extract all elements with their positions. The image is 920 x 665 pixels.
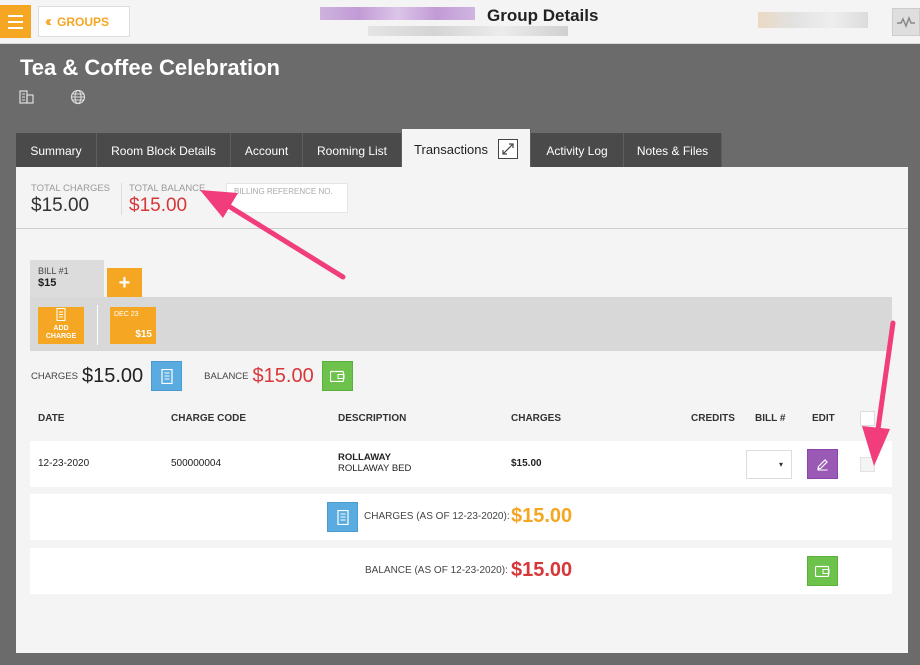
charges-total-row: CHARGES (AS OF 12-23-2020): $15.00 [30,494,892,540]
tab-transactions[interactable]: Transactions [402,129,531,167]
balance-label: BALANCE [204,370,249,382]
total-charges-label: TOTAL CHARGES [31,183,111,194]
date-charge-chip[interactable]: DEC 23 $15 [110,307,156,344]
hamburger-icon-bar [8,20,23,23]
group-name: Tea & Coffee Celebration [20,55,280,80]
tab-summary[interactable]: Summary [16,133,97,167]
row-description-title: ROLLAWAY [338,452,391,463]
bill-tab-1[interactable]: BILL #1 $15 [30,260,104,300]
col-header-charge-code: CHARGE CODE [171,413,247,424]
tab-activity-log[interactable]: Activity Log [531,133,624,167]
divider [16,228,908,229]
back-label: GROUPS [57,14,110,29]
col-header-description: DESCRIPTION [338,413,407,424]
tab-bar: Summary Room Block Details Account Roomi… [16,129,722,167]
charges-as-of-value: $15.00 [511,505,573,527]
table-row: 12-23-2020 500000004 ROLLAWAY ROLLAWAY B… [30,441,892,487]
charges-total-receipt-button[interactable] [327,502,358,532]
pulse-icon [897,16,915,28]
hamburger-icon-bar [8,26,23,29]
billing-reference-field[interactable]: BILLING REFERENCE NO. [226,183,348,213]
col-header-charges: CHARGES [511,413,562,424]
transactions-panel: TOTAL CHARGES $15.00 TOTAL BALANCE $15.0… [16,167,908,653]
redacted-info-secondary [368,26,568,36]
receipt-icon [56,308,66,321]
date-chip-amount: $15 [135,329,152,340]
total-balance: TOTAL BALANCE $15.00 [121,183,206,216]
charges-label: CHARGES [31,370,78,382]
date-chip-date: DEC 23 [114,311,139,318]
globe-icon[interactable] [70,89,86,105]
balance-wallet-button[interactable] [321,361,353,391]
tab-notes-files[interactable]: Notes & Files [624,133,722,167]
balance-value: $15.00 [252,364,314,387]
tab-transactions-label: Transactions [414,141,488,157]
row-description-sub: ROLLAWAY BED [338,463,412,474]
row-checkbox[interactable] [860,457,875,472]
bill-charges-strip: ADD CHARGE DEC 23 $15 [30,297,892,351]
total-charges: TOTAL CHARGES $15.00 [31,183,110,217]
add-charge-label-1: ADD [53,325,69,332]
wallet-icon [329,370,345,382]
balance-total-row: BALANCE (AS OF 12-23-2020): $15.00 [30,548,892,594]
select-all-checkbox[interactable] [860,411,875,426]
add-charge-button[interactable]: ADD CHARGE [38,307,84,344]
redacted-info [320,7,475,20]
total-balance-label: TOTAL BALANCE [129,183,206,194]
tab-rooming-list[interactable]: Rooming List [303,133,402,167]
bill-tab-label: BILL #1 [38,266,69,276]
charges-receipt-button[interactable] [151,361,183,391]
add-charge-label-2: CHARGE [45,333,77,340]
tab-account[interactable]: Account [231,133,303,167]
pencil-icon [817,458,828,470]
page-title: Group Details [487,6,599,25]
total-charges-value: $15.00 [31,195,90,216]
row-charge-code: 500000004 [171,458,222,469]
building-icon [19,90,34,104]
back-to-groups-button[interactable]: ‹‹ GROUPS [38,6,130,37]
balance-as-of-value: $15.00 [511,559,573,581]
expand-button[interactable] [497,139,518,159]
bill-summary: CHARGES $15.00 BALANCE $15.00 [31,360,353,392]
double-chevron-left-icon: ‹‹ [45,13,52,30]
hamburger-menu-button[interactable] [0,5,31,38]
total-balance-value: $15.00 [129,195,188,216]
bill-number-select[interactable]: ▾ [746,450,792,479]
balance-wallet-button-footer[interactable] [807,556,838,586]
edit-button[interactable] [807,449,838,479]
balance-as-of-label: BALANCE (AS OF 12-23-2020): [365,565,508,576]
charges-value: $15.00 [81,364,144,387]
hamburger-icon [8,14,23,17]
receipt-icon [336,509,349,525]
col-header-bill: BILL # [755,413,786,424]
redacted-user [758,12,868,28]
row-charges: $15.00 [511,458,542,469]
top-bar: ‹‹ GROUPS Group Details [0,0,920,44]
receipt-icon [161,368,173,384]
activity-button[interactable] [892,8,920,36]
col-header-credits: CREDITS [691,413,735,424]
wallet-icon [815,565,830,577]
chevron-down-icon: ▾ [778,460,783,469]
strip-separator [97,305,98,345]
add-bill-button[interactable]: + [107,268,142,299]
col-header-edit: EDIT [812,413,835,424]
charges-as-of-label: CHARGES (AS OF 12-23-2020): [364,511,510,522]
expand-icon [502,143,514,155]
col-header-date: DATE [38,413,65,424]
row-date: 12-23-2020 [38,458,90,469]
bill-tab-amount: $15 [38,277,57,289]
tab-room-block-details[interactable]: Room Block Details [97,133,231,167]
